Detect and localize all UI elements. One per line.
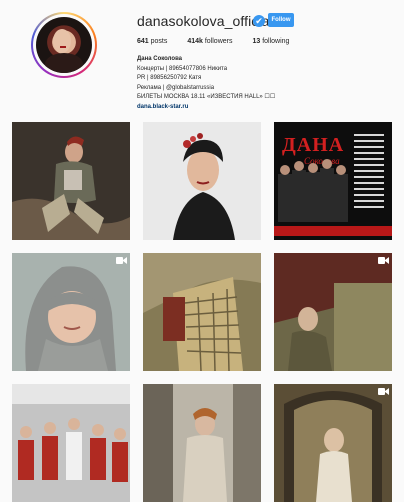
photo-woman-interior (143, 384, 261, 502)
photo-interior (274, 253, 392, 371)
video-camera-icon (378, 257, 389, 264)
photo-woman-jacket (12, 122, 130, 240)
post-thumbnail[interactable] (12, 122, 130, 240)
profile-bio: Дана Соколова Концерты | 89654077806 Ник… (137, 55, 275, 112)
bio-line: Реклама | @globalstarrussia (137, 84, 215, 91)
story-ring[interactable] (31, 12, 97, 78)
follow-button[interactable]: Follow (268, 13, 294, 27)
photo-woman-portrait (143, 122, 261, 240)
post-thumbnail[interactable] (143, 253, 261, 371)
followers-stat[interactable]: 414k followers (187, 38, 232, 45)
photo-doorway (274, 384, 392, 502)
verified-badge-icon: ✔ (253, 15, 265, 27)
post-thumbnail[interactable]: ДАНА Соколова (274, 122, 392, 240)
post-thumbnail[interactable] (143, 384, 261, 502)
post-thumbnail[interactable] (274, 384, 392, 502)
following-stat[interactable]: 13 following (252, 38, 289, 45)
posts-stat: 641 posts (137, 38, 168, 45)
post-thumbnail[interactable] (12, 253, 130, 371)
post-thumbnail[interactable] (12, 384, 130, 502)
avatar[interactable] (36, 17, 92, 73)
bio-line: БИЛЕТЫ МОСКВА 18.11 «ИЗВЕСТИЯ HALL» ☐☐ (137, 94, 276, 100)
tour-poster-art (274, 134, 392, 236)
bio-line: PR | 89856250792 Катя (137, 75, 202, 81)
photo-building (143, 253, 261, 371)
post-thumbnail[interactable] (274, 253, 392, 371)
profile-header: danasokolova_official ✔ Follow 641 posts… (0, 0, 404, 122)
bio-name: Дана Соколова (137, 56, 183, 62)
video-camera-icon (378, 388, 389, 395)
post-thumbnail[interactable] (143, 122, 261, 240)
bio-link[interactable]: dana.black-star.ru (137, 103, 275, 113)
bio-line: Концерты | 89654077806 Никита (137, 65, 228, 72)
photo-band-group (12, 384, 130, 502)
photo-hooded-woman (12, 253, 130, 371)
video-camera-icon (116, 257, 127, 264)
profile-stats: 641 posts 414k followers 13 following (137, 38, 307, 45)
